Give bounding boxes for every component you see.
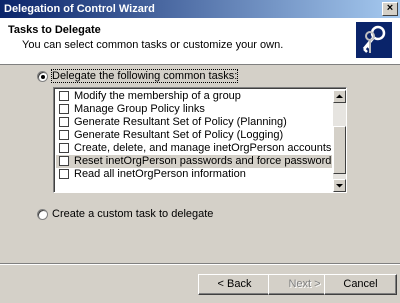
- back-button[interactable]: < Back: [198, 274, 271, 295]
- radio-common-tasks[interactable]: [37, 71, 48, 82]
- arrow-up-icon: [336, 94, 343, 98]
- task-row[interactable]: Read all inetOrgPerson information: [56, 168, 332, 181]
- task-checkbox[interactable]: [59, 91, 69, 101]
- task-label: Create, delete, and manage inetOrgPerson…: [74, 142, 332, 154]
- radio-custom-task-label[interactable]: Create a custom task to delegate: [52, 208, 213, 220]
- window-title: Delegation of Control Wizard: [4, 3, 155, 15]
- radio-selected-dot: [41, 75, 45, 79]
- keys-icon: [356, 22, 392, 58]
- task-row[interactable]: Generate Resultant Set of Policy (Planni…: [56, 116, 332, 129]
- task-checkbox[interactable]: [59, 130, 69, 140]
- task-label: Generate Resultant Set of Policy (Loggin…: [74, 129, 284, 141]
- task-row[interactable]: Create, delete, and manage inetOrgPerson…: [56, 142, 332, 155]
- task-label: Read all inetOrgPerson information: [74, 168, 246, 180]
- task-list-scrollbar[interactable]: [333, 90, 346, 192]
- title-bar: Delegation of Control Wizard ×: [0, 0, 400, 18]
- task-row-selected[interactable]: Reset inetOrgPerson passwords and force …: [56, 155, 332, 168]
- cancel-button[interactable]: Cancel: [324, 274, 397, 295]
- task-row[interactable]: Generate Resultant Set of Policy (Loggin…: [56, 129, 332, 142]
- radio-common-tasks-label[interactable]: Delegate the following common tasks:: [50, 69, 239, 83]
- task-checkbox[interactable]: [59, 156, 69, 166]
- scroll-thumb[interactable]: [333, 126, 346, 174]
- scroll-up-button[interactable]: [333, 90, 346, 103]
- task-label: Modify the membership of a group: [74, 90, 241, 102]
- task-checkbox[interactable]: [59, 143, 69, 153]
- arrow-down-icon: [336, 184, 343, 188]
- task-row[interactable]: Modify the membership of a group: [56, 90, 332, 103]
- task-label: Reset inetOrgPerson passwords and force …: [74, 155, 332, 167]
- scroll-down-button[interactable]: [333, 179, 346, 192]
- task-checkbox[interactable]: [59, 104, 69, 114]
- close-button[interactable]: ×: [382, 2, 398, 16]
- task-list[interactable]: Modify the membership of a group Manage …: [53, 87, 347, 193]
- wizard-header: Tasks to Delegate You can select common …: [0, 18, 400, 65]
- footer-divider: [0, 263, 400, 265]
- task-checkbox[interactable]: [59, 169, 69, 179]
- task-label: Manage Group Policy links: [74, 103, 205, 115]
- radio-custom-task[interactable]: [37, 209, 48, 220]
- task-label: Generate Resultant Set of Policy (Planni…: [74, 116, 287, 128]
- page-subtitle: You can select common tasks or customize…: [22, 39, 284, 51]
- task-checkbox[interactable]: [59, 117, 69, 127]
- page-title: Tasks to Delegate: [8, 24, 101, 36]
- task-row[interactable]: Manage Group Policy links: [56, 103, 332, 116]
